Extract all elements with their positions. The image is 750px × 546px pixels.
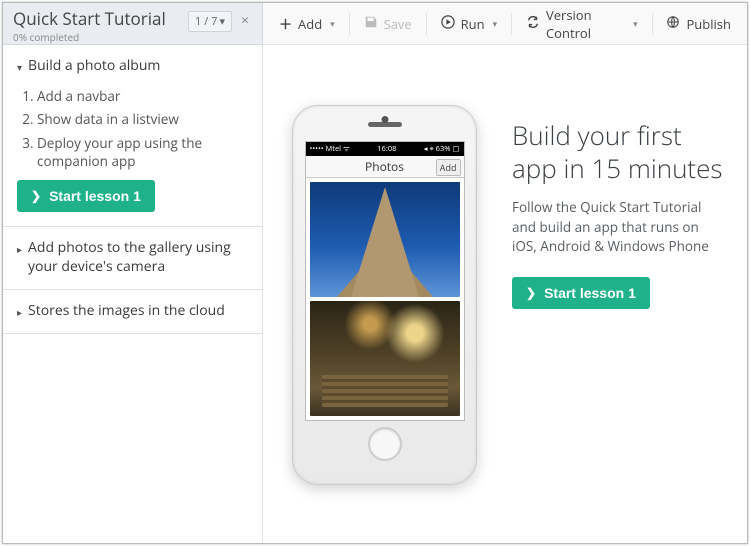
accordion-header-1[interactable]: ▸ Add photos to the gallery using your d… [3,227,262,289]
phone-add-button: Add [436,159,461,176]
step-item: Add a navbar [37,88,248,106]
start-lesson-label: Start lesson 1 [49,188,141,204]
plus-icon: ＋ [279,14,292,33]
accordion-title-0: Build a photo album [28,57,160,76]
toolbar-separator [426,13,427,35]
tutorial-progress-text: 0% completed [13,30,182,44]
phone-photo-list [306,178,464,420]
start-lesson-button-main[interactable]: ❯ Start lesson 1 [512,277,650,309]
accordion-header-0[interactable]: ▾ Build a photo album [3,45,262,82]
accordion-header-2[interactable]: ▸ Stores the images in the cloud [3,290,262,333]
caret-down-icon: ▾ [493,17,498,30]
close-tutorial-button[interactable]: × [238,11,252,30]
add-label: Add [298,15,322,33]
status-right: ◂ ⌖ 63% ▢ [424,144,460,154]
tutorial-pager[interactable]: 1 / 7 ▾ [188,11,232,32]
phone-mockup: ••••• Mtel ᯤ 16:08 ◂ ⌖ 63% ▢ Photos Add [292,105,477,485]
close-icon: × [241,11,249,30]
status-time: 16:08 [377,144,396,154]
chevron-down-icon: ▾ [219,14,225,29]
save-icon [364,15,378,33]
phone-navbar-title: Photos [365,158,404,175]
chevron-right-icon: ❯ [31,189,41,203]
caret-right-icon: ▸ [17,243,22,277]
accordion-title-1: Add photos to the gallery using your dev… [28,239,248,277]
phone-navbar: Photos Add [306,156,464,178]
main-toolbar: ＋ Add ▾ Save Run ▾ [263,3,747,45]
promo-headline: Build your first app in 15 minutes [512,119,723,184]
save-button[interactable]: Save [354,9,422,39]
tutorial-title: Quick Start Tutorial [13,7,182,30]
add-button[interactable]: ＋ Add ▾ [269,8,345,39]
version-control-label: Version Control [546,6,625,42]
start-lesson-button-sidebar[interactable]: ❯ Start lesson 1 [17,180,155,212]
phone-home-button-icon [368,427,402,461]
tutorial-sidebar: ▾ Build a photo album Add a navbar Show … [3,45,263,543]
status-left: ••••• Mtel ᯤ [310,144,350,154]
promo-panel: Build your first app in 15 minutes Follo… [512,105,723,309]
toolbar-separator [349,13,350,35]
caret-down-icon: ▾ [330,17,335,30]
sync-icon [526,15,540,33]
content-area: ••••• Mtel ᯤ 16:08 ◂ ⌖ 63% ▢ Photos Add [263,45,747,543]
play-icon [441,15,455,33]
phone-statusbar: ••••• Mtel ᯤ 16:08 ◂ ⌖ 63% ▢ [306,142,464,156]
chevron-right-icon: ❯ [526,286,536,300]
tutorial-pager-value: 1 / 7 [195,14,217,29]
step-item: Show data in a listview [37,111,248,129]
toolbar-separator [511,13,512,35]
photo-thumbnail [310,301,460,416]
start-lesson-label: Start lesson 1 [544,285,636,301]
run-label: Run [461,15,485,33]
publish-label: Publish [686,15,730,33]
promo-body: Follow the Quick Start Tutorial and buil… [512,198,723,257]
photo-thumbnail [310,182,460,297]
run-button[interactable]: Run ▾ [431,9,508,39]
phone-screen: ••••• Mtel ᯤ 16:08 ◂ ⌖ 63% ▢ Photos Add [305,141,465,421]
publish-button[interactable]: Publish [656,9,740,39]
phone-camera-icon [381,116,388,123]
save-label: Save [384,15,412,33]
caret-down-icon: ▾ [17,61,22,76]
accordion-item-0: ▾ Build a photo album Add a navbar Show … [3,45,262,227]
accordion-item-2: ▸ Stores the images in the cloud [3,290,262,334]
accordion-title-2: Stores the images in the cloud [28,302,225,321]
caret-down-icon: ▾ [633,17,638,30]
caret-right-icon: ▸ [17,306,22,321]
accordion-body-0: Add a navbar Show data in a listview Dep… [3,88,262,226]
step-item: Deploy your app using the companion app [37,135,248,170]
toolbar-separator [652,13,653,35]
globe-icon [666,15,680,33]
accordion-item-1: ▸ Add photos to the gallery using your d… [3,227,262,290]
version-control-button[interactable]: Version Control ▾ [516,2,648,48]
